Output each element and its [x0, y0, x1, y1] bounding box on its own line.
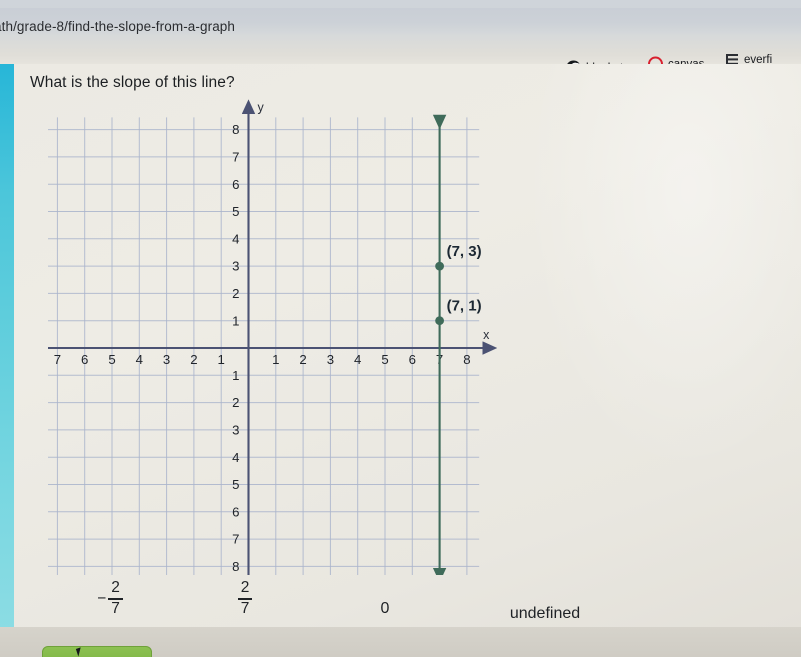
graph-svg: ­8­7­6­5­4­3­2­112345678­8­7­6­5­4­3­2­1…	[48, 99, 498, 575]
fraction-numerator: 2	[111, 579, 120, 597]
svg-text:y: y	[258, 100, 265, 114]
fraction-denominator: 7	[240, 600, 250, 618]
fraction: 2 7	[108, 580, 123, 617]
left-accent-strip	[0, 64, 14, 657]
svg-text:4: 4	[232, 231, 239, 246]
bookmarks-bar: oot - Ente... ActiveStudent Logi... IXL …	[0, 34, 801, 87]
fraction-numerator: 2	[240, 579, 250, 597]
svg-text:x: x	[483, 328, 490, 342]
choice-neg-two-sevenths[interactable]: − 2 7	[55, 578, 165, 620]
svg-text:­6: ­6	[81, 352, 88, 367]
svg-text:5: 5	[381, 352, 388, 367]
svg-text:­4: ­4	[136, 352, 143, 367]
fraction: 2 7	[237, 579, 253, 618]
svg-text:8: 8	[463, 352, 470, 367]
svg-text:2: 2	[232, 286, 239, 301]
choice-zero[interactable]: 0	[340, 588, 430, 630]
svg-text:3: 3	[232, 259, 239, 274]
svg-text:6: 6	[409, 352, 416, 367]
svg-text:6: 6	[232, 177, 239, 192]
svg-text:­5: ­5	[232, 477, 239, 492]
svg-text:­8: ­8	[232, 559, 239, 574]
svg-text:­1: ­1	[232, 368, 239, 383]
screenshot-root: ath/grade-8/find-the-slope-from-a-graph …	[0, 0, 801, 657]
svg-text:1: 1	[272, 352, 279, 367]
svg-text:­7: ­7	[232, 532, 239, 547]
point-labels: (7, 3) (7, 1)	[447, 243, 482, 315]
svg-text:­2: ­2	[190, 352, 197, 367]
address-bar-url: ath/grade-8/find-the-slope-from-a-graph	[0, 19, 236, 34]
svg-text:­2: ­2	[232, 395, 239, 410]
choice-two-sevenths[interactable]: 2 7	[195, 578, 295, 620]
svg-text:5: 5	[232, 204, 239, 219]
svg-text:(7, 3): (7, 3)	[447, 243, 482, 260]
choice-label: undefined	[509, 605, 581, 622]
svg-text:­6: ­6	[232, 504, 239, 519]
svg-text:8: 8	[232, 122, 239, 137]
svg-text:­1: ­1	[218, 352, 225, 367]
question-prompt: What is the slope of this line?	[30, 74, 235, 91]
browser-address-bar[interactable]: ath/grade-8/find-the-slope-from-a-graph	[0, 8, 801, 34]
svg-text:­3: ­3	[232, 423, 239, 438]
svg-text:­7: ­7	[54, 352, 61, 367]
svg-text:(7, 1): (7, 1)	[447, 298, 482, 315]
coordinate-graph: ­8­7­6­5­4­3­2­112345678­8­7­6­5­4­3­2­1…	[48, 95, 528, 575]
svg-text:­4: ­4	[232, 450, 239, 465]
fraction-denominator: 7	[111, 600, 120, 618]
svg-text:1: 1	[232, 313, 239, 328]
answer-choices: − 2 7 2 7 0 undefined	[0, 578, 801, 623]
svg-text:­3: ­3	[163, 352, 170, 367]
svg-text:­5: ­5	[108, 352, 115, 367]
choice-label: 0	[380, 600, 390, 617]
submit-button[interactable]	[42, 646, 152, 657]
svg-text:2: 2	[299, 352, 306, 367]
svg-text:3: 3	[327, 352, 334, 367]
grid-lines	[48, 117, 480, 575]
svg-text:7: 7	[232, 150, 239, 165]
svg-text:4: 4	[354, 352, 361, 367]
choice-sign: −	[97, 590, 107, 607]
axes	[48, 99, 498, 575]
